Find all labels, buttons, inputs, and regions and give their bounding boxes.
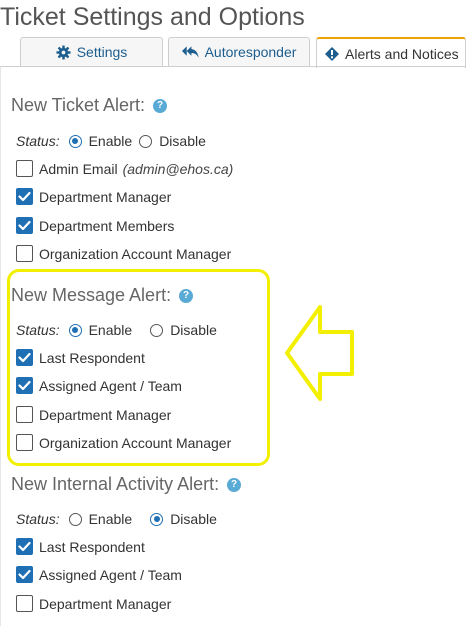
status-label: Status:: [16, 511, 60, 527]
checkmark-icon: [18, 541, 31, 552]
new-ticket-department-members-row[interactable]: Department Members: [16, 217, 174, 234]
new-ticket-department-manager-row[interactable]: Department Manager: [16, 188, 171, 205]
admin-email-label: Admin Email: [39, 160, 118, 177]
new-internal-activity-status-row: Status: Enable Disable: [16, 511, 224, 527]
assigned-agent-team-label: Assigned Agent / Team: [39, 566, 182, 583]
assigned-agent-team-checkbox[interactable]: [16, 566, 33, 583]
new-ticket-org-account-manager-row[interactable]: Organization Account Manager: [16, 245, 231, 262]
tab-autoresponder-label: Autoresponder: [204, 44, 297, 60]
department-members-label: Department Members: [39, 217, 175, 234]
alert-icon: [325, 46, 339, 61]
page-title: Ticket Settings and Options: [0, 3, 305, 31]
tab-settings[interactable]: Settings: [20, 37, 163, 66]
new-ticket-enable-radio[interactable]: [68, 134, 82, 148]
new-internal-activity-enable-radio[interactable]: [68, 512, 82, 526]
new-ticket-disable-radio[interactable]: [139, 134, 153, 148]
tab-bar: Settings Autoresponder Alerts and Notice…: [0, 37, 466, 68]
department-manager-label: Department Manager: [39, 595, 172, 612]
tab-settings-label: Settings: [76, 44, 128, 60]
department-manager-checkbox[interactable]: [16, 595, 33, 612]
department-members-checkbox[interactable]: [16, 217, 33, 234]
help-icon[interactable]: ?: [227, 477, 242, 492]
department-manager-label: Department Manager: [39, 188, 172, 205]
last-respondent-checkbox[interactable]: [16, 538, 33, 555]
checkmark-icon: [18, 191, 31, 202]
last-respondent-label: Last Respondent: [39, 538, 145, 555]
help-icon[interactable]: ?: [153, 98, 168, 113]
checkmark-icon: [18, 220, 31, 231]
new-internal-activity-alert-title-text: New Internal Activity Alert:: [11, 474, 220, 494]
new-ticket-alert-title-text: New Ticket Alert:: [11, 95, 146, 115]
tab-alerts-label: Alerts and Notices: [345, 45, 459, 62]
disable-label: Disable: [170, 511, 217, 527]
admin-email-checkbox[interactable]: [16, 160, 33, 177]
new-internal-activity-assigned-agent-row[interactable]: Assigned Agent / Team: [16, 566, 182, 583]
organization-account-manager-label: Organization Account Manager: [39, 245, 232, 262]
new-internal-activity-alert-title: New Internal Activity Alert: ?: [11, 474, 242, 495]
tab-autoresponder[interactable]: Autoresponder: [168, 37, 310, 66]
tab-alerts-and-notices[interactable]: Alerts and Notices: [316, 37, 466, 68]
disable-label: Disable: [159, 133, 206, 149]
new-ticket-alert-title: New Ticket Alert: ?: [11, 95, 168, 116]
gear-icon: [56, 44, 71, 60]
new-internal-activity-last-respondent-row[interactable]: Last Respondent: [16, 538, 145, 555]
department-manager-checkbox[interactable]: [16, 188, 33, 205]
admin-email-note: (admin@ehos.ca): [122, 160, 234, 177]
organization-account-manager-checkbox[interactable]: [16, 245, 33, 262]
highlight-arrow-icon: [285, 305, 354, 401]
new-ticket-status-row: Status: Enable Disable: [16, 133, 213, 149]
highlight-box: [7, 269, 270, 466]
new-internal-activity-department-manager-row[interactable]: Department Manager: [16, 595, 171, 612]
new-ticket-admin-email-row[interactable]: Admin Email (admin@ehos.ca): [16, 160, 233, 177]
reply-all-icon: [181, 46, 199, 58]
checkmark-icon: [18, 569, 31, 580]
enable-label: Enable: [88, 511, 133, 527]
status-label: Status:: [16, 133, 60, 149]
enable-label: Enable: [88, 133, 133, 149]
new-internal-activity-disable-radio[interactable]: [150, 512, 164, 526]
